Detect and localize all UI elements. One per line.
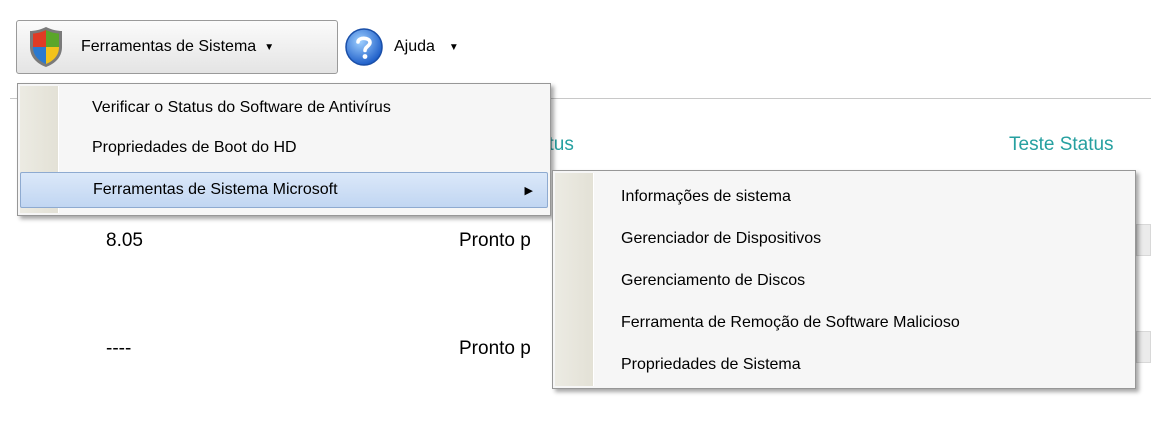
row-1-status: Pronto p xyxy=(459,230,531,251)
submenu-arrow-icon: ▶ xyxy=(524,184,533,197)
menu-item-label: Gerenciador de Dispositivos xyxy=(621,230,822,247)
windows-shield-icon xyxy=(30,27,62,67)
chevron-down-icon: ▼ xyxy=(448,41,459,53)
menu-item-label: Propriedades de Boot do HD xyxy=(92,139,297,156)
menu-item-label: Verificar o Status do Software de Antiví… xyxy=(92,99,391,116)
submenu-item-device-manager[interactable]: Gerenciador de Dispositivos xyxy=(555,221,1133,257)
menu-item-label: Propriedades de Sistema xyxy=(621,356,801,373)
submenu-item-system-information[interactable]: Informações de sistema xyxy=(555,179,1133,215)
microsoft-tools-submenu: Informações de sistema Gerenciador de Di… xyxy=(552,170,1136,389)
submenu-item-system-properties[interactable]: Propriedades de Sistema xyxy=(555,347,1133,383)
row-2-status: Pronto p xyxy=(459,338,531,359)
chevron-down-icon: ▼ xyxy=(264,41,275,53)
menu-item-antivirus-status[interactable]: Verificar o Status do Software de Antiví… xyxy=(20,90,548,126)
toolbar: Ferramentas de Sistema ▼ Ajuda ▼ xyxy=(0,0,1151,86)
table-row-background xyxy=(1136,331,1151,363)
menu-item-label: Informações de sistema xyxy=(621,188,791,205)
column-header-test-status: Teste Status xyxy=(1009,134,1114,155)
system-tools-menu-button[interactable]: Ferramentas de Sistema ▼ xyxy=(16,20,338,74)
system-tools-label: Ferramentas de Sistema xyxy=(81,38,257,55)
menu-item-hd-boot-properties[interactable]: Propriedades de Boot do HD xyxy=(20,130,548,166)
menu-item-label: Ferramenta de Remoção de Software Malici… xyxy=(621,314,960,331)
row-2-version: ---- xyxy=(106,338,132,359)
menu-item-label: Gerenciamento de Discos xyxy=(621,272,806,289)
table-row-background xyxy=(1136,224,1151,256)
submenu-item-malicious-software-removal[interactable]: Ferramenta de Remoção de Software Malici… xyxy=(555,305,1133,341)
system-tools-dropdown: Verificar o Status do Software de Antiví… xyxy=(17,83,551,216)
help-label: Ajuda xyxy=(394,38,435,55)
menu-item-label: Ferramentas de Sistema Microsoft xyxy=(93,181,338,198)
submenu-item-disk-management[interactable]: Gerenciamento de Discos xyxy=(555,263,1133,299)
row-1-version: 8.05 xyxy=(106,230,143,251)
menu-item-microsoft-system-tools[interactable]: Ferramentas de Sistema Microsoft ▶ xyxy=(20,172,548,208)
help-question-icon xyxy=(345,28,383,66)
help-menu-button[interactable]: Ajuda ▼ xyxy=(342,20,502,74)
